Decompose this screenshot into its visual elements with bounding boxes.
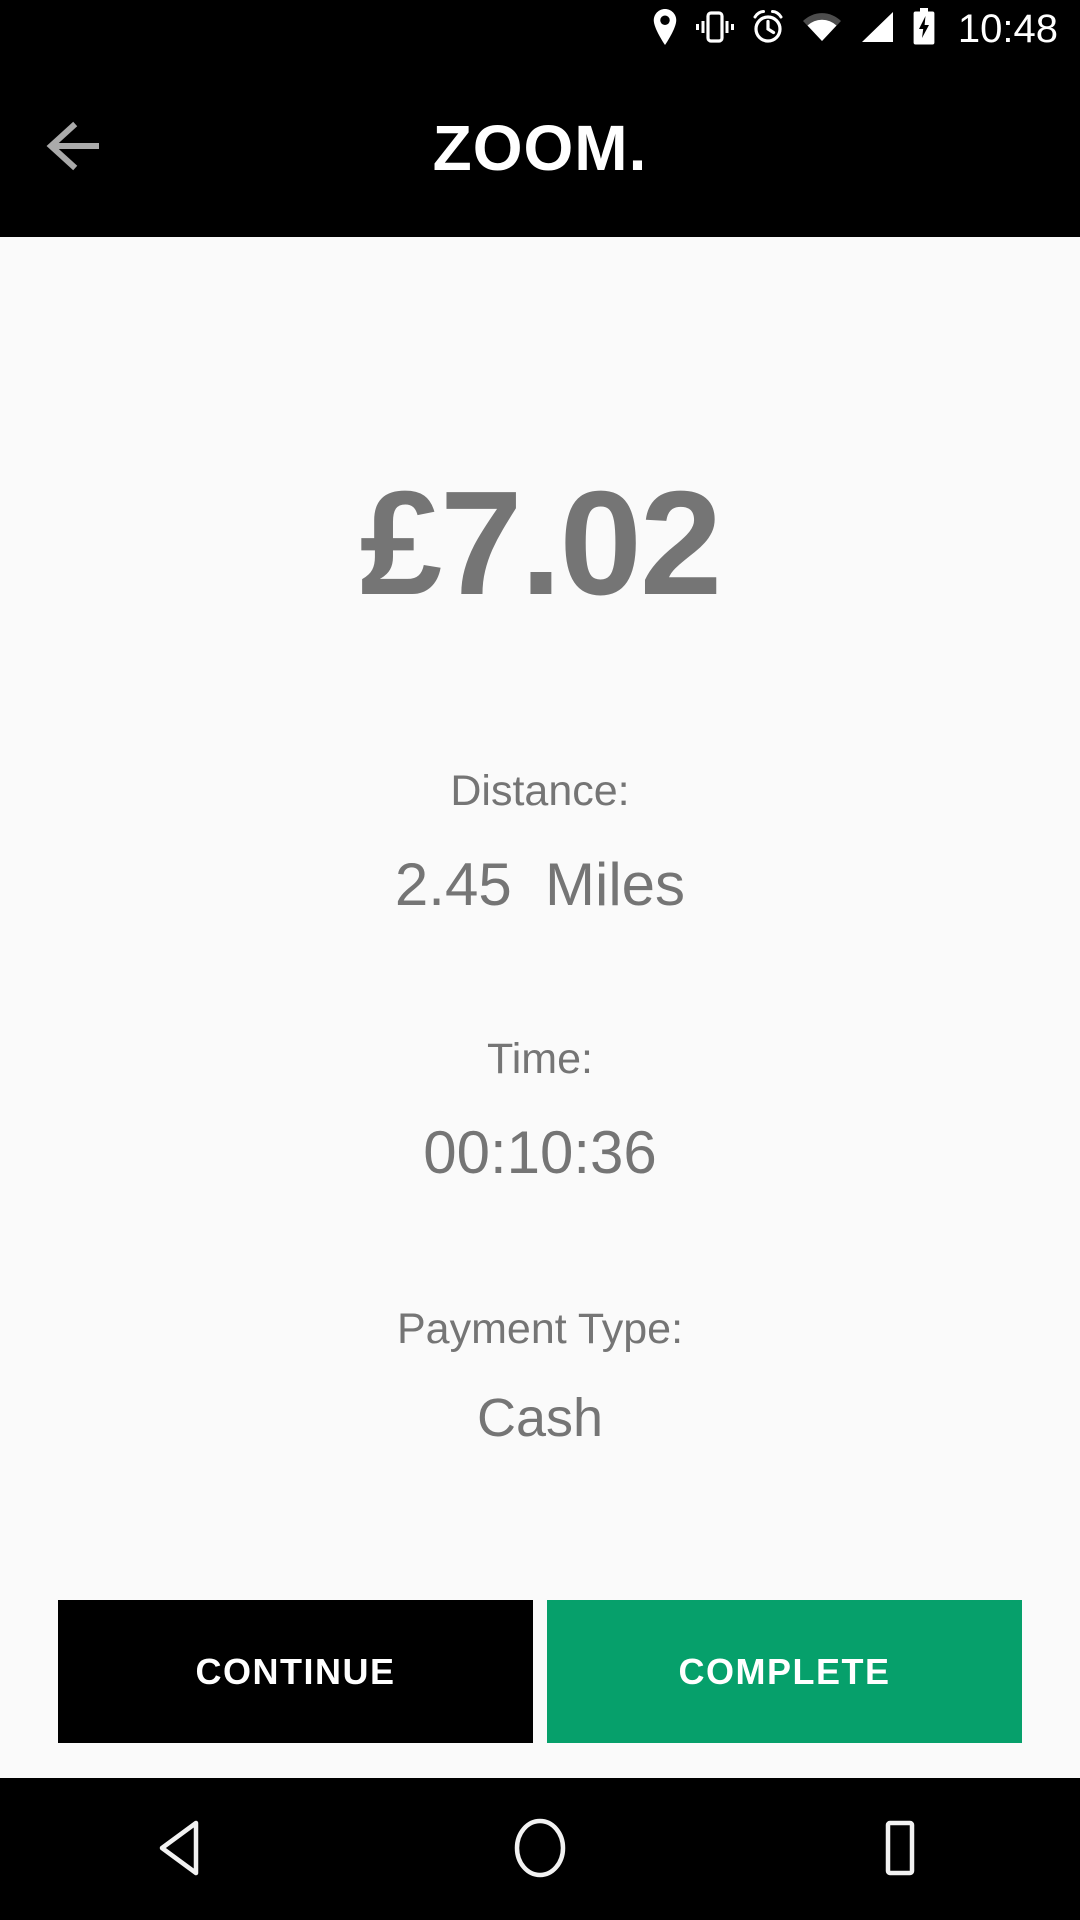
back-arrow-icon [43,120,107,175]
time-label: Time: [487,1035,593,1083]
payment-type-label: Payment Type: [396,1305,684,1353]
payment-type-value: Cash [476,1388,604,1448]
status-bar-clock: 10:48 [957,7,1058,51]
time-value: 00:10:36 [423,1119,657,1186]
cellular-signal-icon [859,11,895,48]
nav-recents-square-icon [876,1819,924,1880]
back-button[interactable] [30,103,120,193]
distance-value: 2.45 Miles [394,851,686,918]
nav-back-button[interactable] [100,1794,260,1904]
wifi-icon [802,11,842,48]
distance-block: Distance: 2.45 Miles [0,770,1080,915]
action-button-row: CONTINUE COMPLETE [58,1600,1022,1743]
nav-home-button[interactable] [460,1794,620,1904]
page-title: ZOOM. [432,111,648,184]
complete-button[interactable]: COMPLETE [547,1600,1022,1743]
nav-back-triangle-icon [154,1819,206,1880]
battery-charging-icon [912,7,936,51]
alarm-icon [751,9,785,49]
status-bar-icons [651,7,936,51]
continue-button[interactable]: CONTINUE [58,1600,533,1743]
location-icon [651,8,679,50]
android-navigation-bar [0,1778,1080,1920]
app-bar: ZOOM. [0,58,1080,237]
fare-amount: £7.02 [359,461,722,626]
time-block: Time: 00:10:36 [0,1038,1080,1183]
nav-recents-button[interactable] [820,1794,980,1904]
trip-summary-content: £7.02 Distance: 2.45 Miles Time: 00:10:3… [0,237,1080,1778]
payment-type-block: Payment Type: Cash [0,1305,1080,1448]
distance-label: Distance: [450,767,630,815]
phone-screen: 10:48 ZOOM. £7.02 Distance: 2.45 Miles T… [0,0,1080,1920]
nav-home-circle-icon [511,1816,569,1883]
status-bar: 10:48 [0,0,1080,58]
vibrate-icon [695,10,734,48]
